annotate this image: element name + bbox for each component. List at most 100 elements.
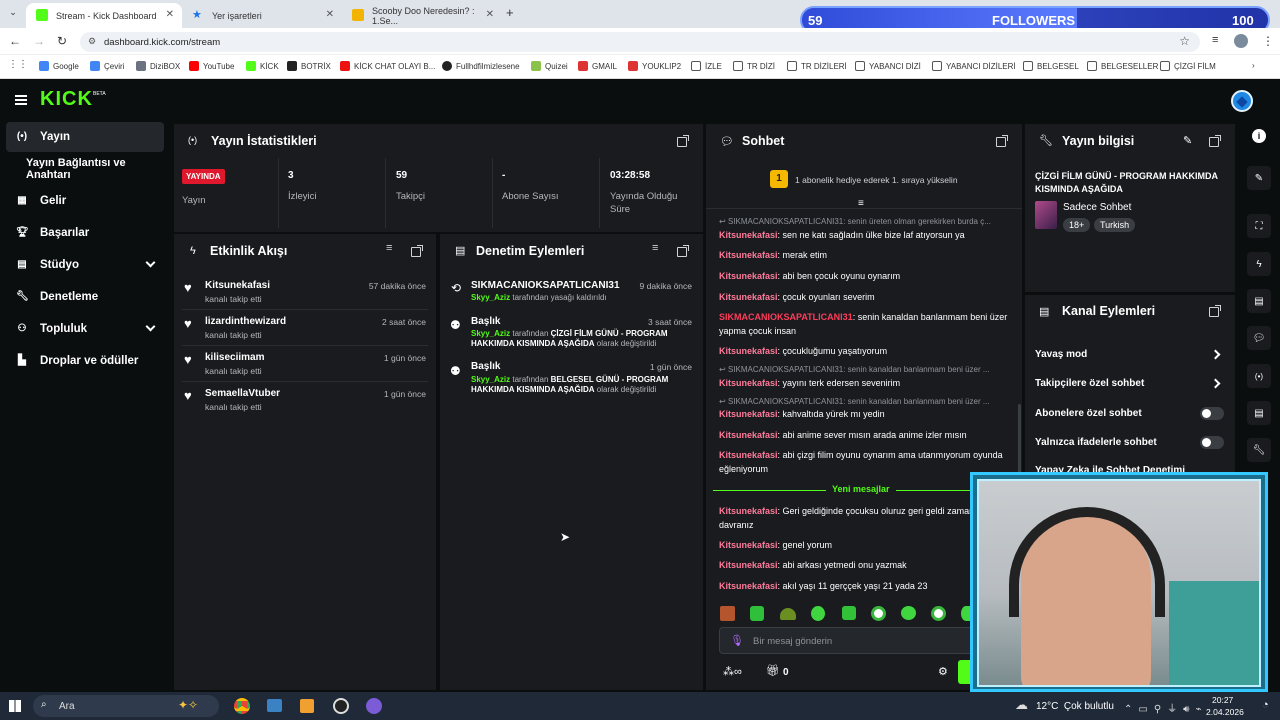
- windows-start-icon[interactable]: [9, 700, 21, 712]
- apps-icon[interactable]: ⋮⋮: [8, 59, 28, 70]
- channel-icon[interactable]: ▤: [1247, 401, 1271, 425]
- popout-icon[interactable]: [411, 245, 423, 257]
- sidebar-item-denetleme[interactable]: 🔧︎ Denetleme: [6, 282, 164, 312]
- hamburger-menu-icon[interactable]: [15, 95, 27, 105]
- category-thumbnail[interactable]: [1035, 201, 1057, 229]
- bookmark-botrix[interactable]: BOTRİX: [287, 61, 331, 71]
- close-tab-icon[interactable]: ✕: [326, 9, 334, 20]
- clock-date[interactable]: 2.04.2026: [1206, 707, 1244, 717]
- bookmark-quizei[interactable]: Quizei: [531, 61, 568, 71]
- menu-icon[interactable]: ⋮: [1262, 34, 1274, 48]
- chat-settings-icon[interactable]: ⚙: [938, 665, 948, 678]
- system-tray-icons[interactable]: ⌃▭⚲⏚🔊︎⌁: [1124, 700, 1207, 715]
- emote-icon[interactable]: [780, 608, 796, 620]
- explorer-taskbar-icon[interactable]: [267, 699, 282, 712]
- taskbar-search[interactable]: ⌕ Ara ✦✧: [33, 695, 219, 717]
- edit-pencil-icon[interactable]: ✎: [1183, 134, 1192, 147]
- obs-taskbar-icon[interactable]: [333, 698, 349, 714]
- popout-icon[interactable]: [677, 245, 689, 257]
- broadcast-icon[interactable]: (•): [1247, 364, 1271, 388]
- bookmark-overflow-icon[interactable]: ›: [1252, 61, 1255, 70]
- event-user[interactable]: lizardinthewizard: [205, 316, 286, 327]
- event-user[interactable]: SemaellaVtuber: [205, 388, 280, 399]
- sidebar-item-yayin[interactable]: (•) Yayın: [6, 122, 164, 152]
- tab-kick-dashboard[interactable]: Stream - Kick Dashboard ✕: [26, 3, 182, 28]
- sidebar-item-droplar[interactable]: ▙ Droplar ve ödüller: [6, 346, 164, 376]
- bookmark-fullhd[interactable]: Fullhdfilmizlesene: [442, 61, 520, 71]
- bookmark-google[interactable]: Google: [39, 61, 79, 71]
- site-info-icon[interactable]: ⚙: [88, 36, 96, 47]
- filter-icon[interactable]: ≡: [652, 243, 658, 254]
- emotes-only-toggle[interactable]: [1200, 436, 1224, 449]
- channel-points-icon[interactable]: ⁂∞: [723, 665, 742, 678]
- chat-scrollbar[interactable]: [1018, 404, 1021, 474]
- sidebar-item-topluluk[interactable]: ⚇ Topluluk: [6, 314, 164, 344]
- emote-icon[interactable]: [750, 606, 764, 621]
- reload-icon[interactable]: ↻: [57, 34, 67, 48]
- popout-icon[interactable]: [1209, 135, 1221, 147]
- microphone-icon[interactable]: 🎙︎: [730, 634, 744, 647]
- notification-icon[interactable]: ◔: [1262, 699, 1269, 711]
- profile-avatar[interactable]: [1234, 34, 1248, 48]
- category-name[interactable]: Sadece Sohbet: [1063, 202, 1131, 213]
- lightning-icon[interactable]: ϟ: [1247, 252, 1271, 276]
- bookmark-tr-dizileri[interactable]: TR DİZİLERİ: [787, 61, 847, 71]
- followers-only-option[interactable]: Takipçilere özel sohbet: [1035, 378, 1144, 389]
- tab-scooby[interactable]: Scooby Doo Neredesin? : 1.Se... ✕: [342, 3, 502, 28]
- reading-list-icon[interactable]: ≡: [1212, 34, 1218, 46]
- chevron-down-icon[interactable]: [145, 257, 156, 268]
- bookmark-yabanci-dizi[interactable]: YABANCI DİZİ: [855, 61, 921, 71]
- emote-icon[interactable]: [720, 606, 735, 621]
- clock-time[interactable]: 20:27: [1212, 695, 1233, 705]
- bookmark-dizibox[interactable]: DiziBOX: [136, 61, 180, 71]
- tag-badge[interactable]: Turkish: [1094, 218, 1136, 232]
- user-avatar[interactable]: [1231, 90, 1253, 112]
- event-user[interactable]: Kitsunekafasi: [205, 280, 270, 291]
- gift-icon[interactable]: 🎁︎: [766, 664, 780, 677]
- document-icon[interactable]: ▤: [1247, 289, 1271, 313]
- filter-icon[interactable]: ≡: [386, 243, 392, 254]
- tab-search-button[interactable]: ⌄: [6, 7, 20, 21]
- wrench-icon[interactable]: 🔧︎: [1247, 438, 1271, 462]
- bookmark-belgesel[interactable]: BELGESEL: [1023, 61, 1079, 71]
- new-tab-button[interactable]: +: [506, 5, 514, 20]
- fullscreen-icon[interactable]: ⛶: [1247, 214, 1271, 238]
- app-taskbar-icon[interactable]: [366, 698, 382, 714]
- mod-target[interactable]: SIKMACANIOKSAPATLICANI31: [471, 280, 620, 291]
- popout-icon[interactable]: [677, 135, 689, 147]
- popout-icon[interactable]: [1209, 305, 1221, 317]
- bookmark-yabanci-dizileri[interactable]: YABANCI DİZİLERİ: [932, 61, 1016, 71]
- chat-input[interactable]: 🎙︎ Bir mesaj gönderin: [719, 627, 979, 654]
- close-tab-icon[interactable]: ✕: [166, 9, 174, 20]
- sidebar-item-basarilar[interactable]: 🏆︎ Başarılar: [6, 218, 164, 248]
- back-icon[interactable]: ←: [9, 34, 21, 48]
- info-icon[interactable]: i: [1252, 129, 1266, 143]
- bookmark-belgeseller[interactable]: BELGESELLER: [1087, 61, 1158, 71]
- bookmark-gmail[interactable]: GMAIL: [578, 61, 617, 71]
- emote-icon[interactable]: [811, 606, 825, 621]
- bookmark-tr-dizi[interactable]: TR DİZİ: [733, 61, 775, 71]
- chat-bubble-icon[interactable]: 💬︎: [1247, 326, 1271, 350]
- event-user[interactable]: kiliseciimam: [205, 352, 264, 363]
- emote-icon[interactable]: [871, 606, 886, 621]
- emote-icon[interactable]: [901, 606, 916, 620]
- popout-icon[interactable]: [996, 135, 1008, 147]
- bookmark-star-icon[interactable]: ☆: [1179, 34, 1190, 48]
- bookmark-izle[interactable]: İZLE: [691, 61, 722, 71]
- bookmark-ceviri[interactable]: Çeviri: [90, 61, 124, 71]
- edit-icon[interactable]: ✎: [1247, 166, 1271, 190]
- tag-badge[interactable]: 18+: [1063, 218, 1091, 232]
- bookmark-youklip[interactable]: YOUKLIP2: [628, 61, 681, 71]
- sidebar-item-studyo[interactable]: ▤ Stüdyo: [6, 250, 164, 280]
- mod-target[interactable]: Başlık: [471, 361, 500, 372]
- chrome-taskbar-icon[interactable]: [234, 698, 250, 714]
- chevron-down-icon[interactable]: [145, 321, 156, 332]
- bookmark-youtube[interactable]: YouTube: [189, 61, 234, 71]
- emote-icon[interactable]: [842, 606, 856, 620]
- subscribers-only-toggle[interactable]: [1200, 407, 1224, 420]
- bookmark-cizgi-film[interactable]: ÇİZGİ FİLM: [1160, 61, 1216, 71]
- media-taskbar-icon[interactable]: [300, 699, 314, 713]
- bookmark-kick[interactable]: KİCK: [246, 61, 279, 71]
- bookmark-kick-chat[interactable]: KİCK CHAT OLAYI B...: [340, 61, 435, 71]
- kick-logo[interactable]: KICK: [40, 88, 93, 111]
